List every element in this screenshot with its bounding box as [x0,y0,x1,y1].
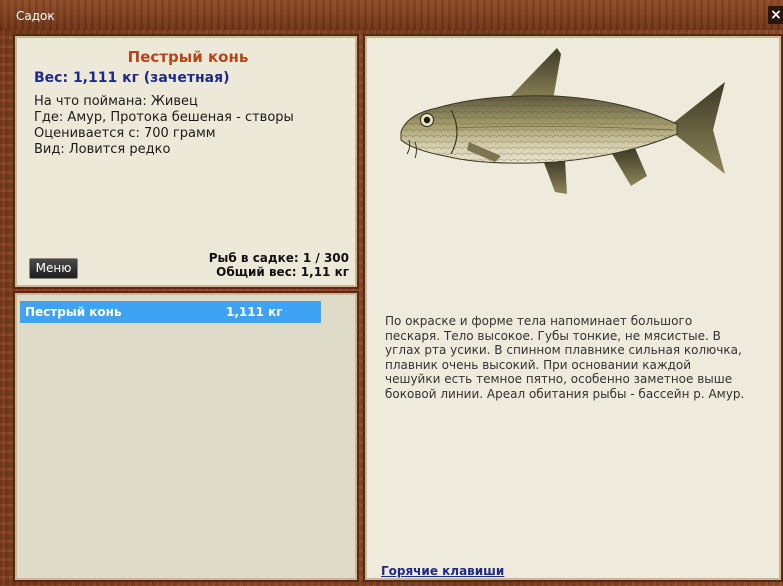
window-title: Садок [16,9,55,23]
fish-weight: Вес: 1,111 кг (зачетная) [34,70,230,86]
dorsal-fin [505,48,561,102]
menu-button[interactable]: Меню [29,258,78,279]
catch-list-panel: Пестрый конь 1,111 кг [13,291,359,582]
list-item-name: Пестрый конь [25,305,122,319]
fish-illustration [400,48,725,194]
anal-fin [611,148,647,186]
list-item[interactable]: Пестрый конь 1,111 кг [20,301,321,323]
location-detail: Где: Амур, Протока бешеная - створы [34,110,294,125]
min-weight-detail: Оценивается с: 700 грамм [34,126,216,141]
fish-description: По окраске и форме тела напоминает больш… [385,314,745,401]
fish-name-title: Пестрый конь [127,48,249,66]
list-item-weight: 1,111 кг [226,305,283,319]
hotkeys-link[interactable]: Горячие клавиши [381,564,504,578]
window-titlebar: Садок × [0,0,783,30]
fish-image-panel: По окраске и форме тела напоминает больш… [363,34,783,582]
fish-info-panel: Пестрый конь Вес: 1,111 кг (зачетная) На… [13,34,359,289]
total-weight-stat: Общий вес: 1,11 кг [216,265,349,279]
ventral-fin [543,160,567,194]
close-icon[interactable]: × [768,6,783,24]
bait-detail: На что поймана: Живец [34,94,198,109]
fish-count-stat: Рыб в садке: 1 / 300 [208,251,349,265]
rarity-detail: Вид: Ловится редко [34,142,171,157]
